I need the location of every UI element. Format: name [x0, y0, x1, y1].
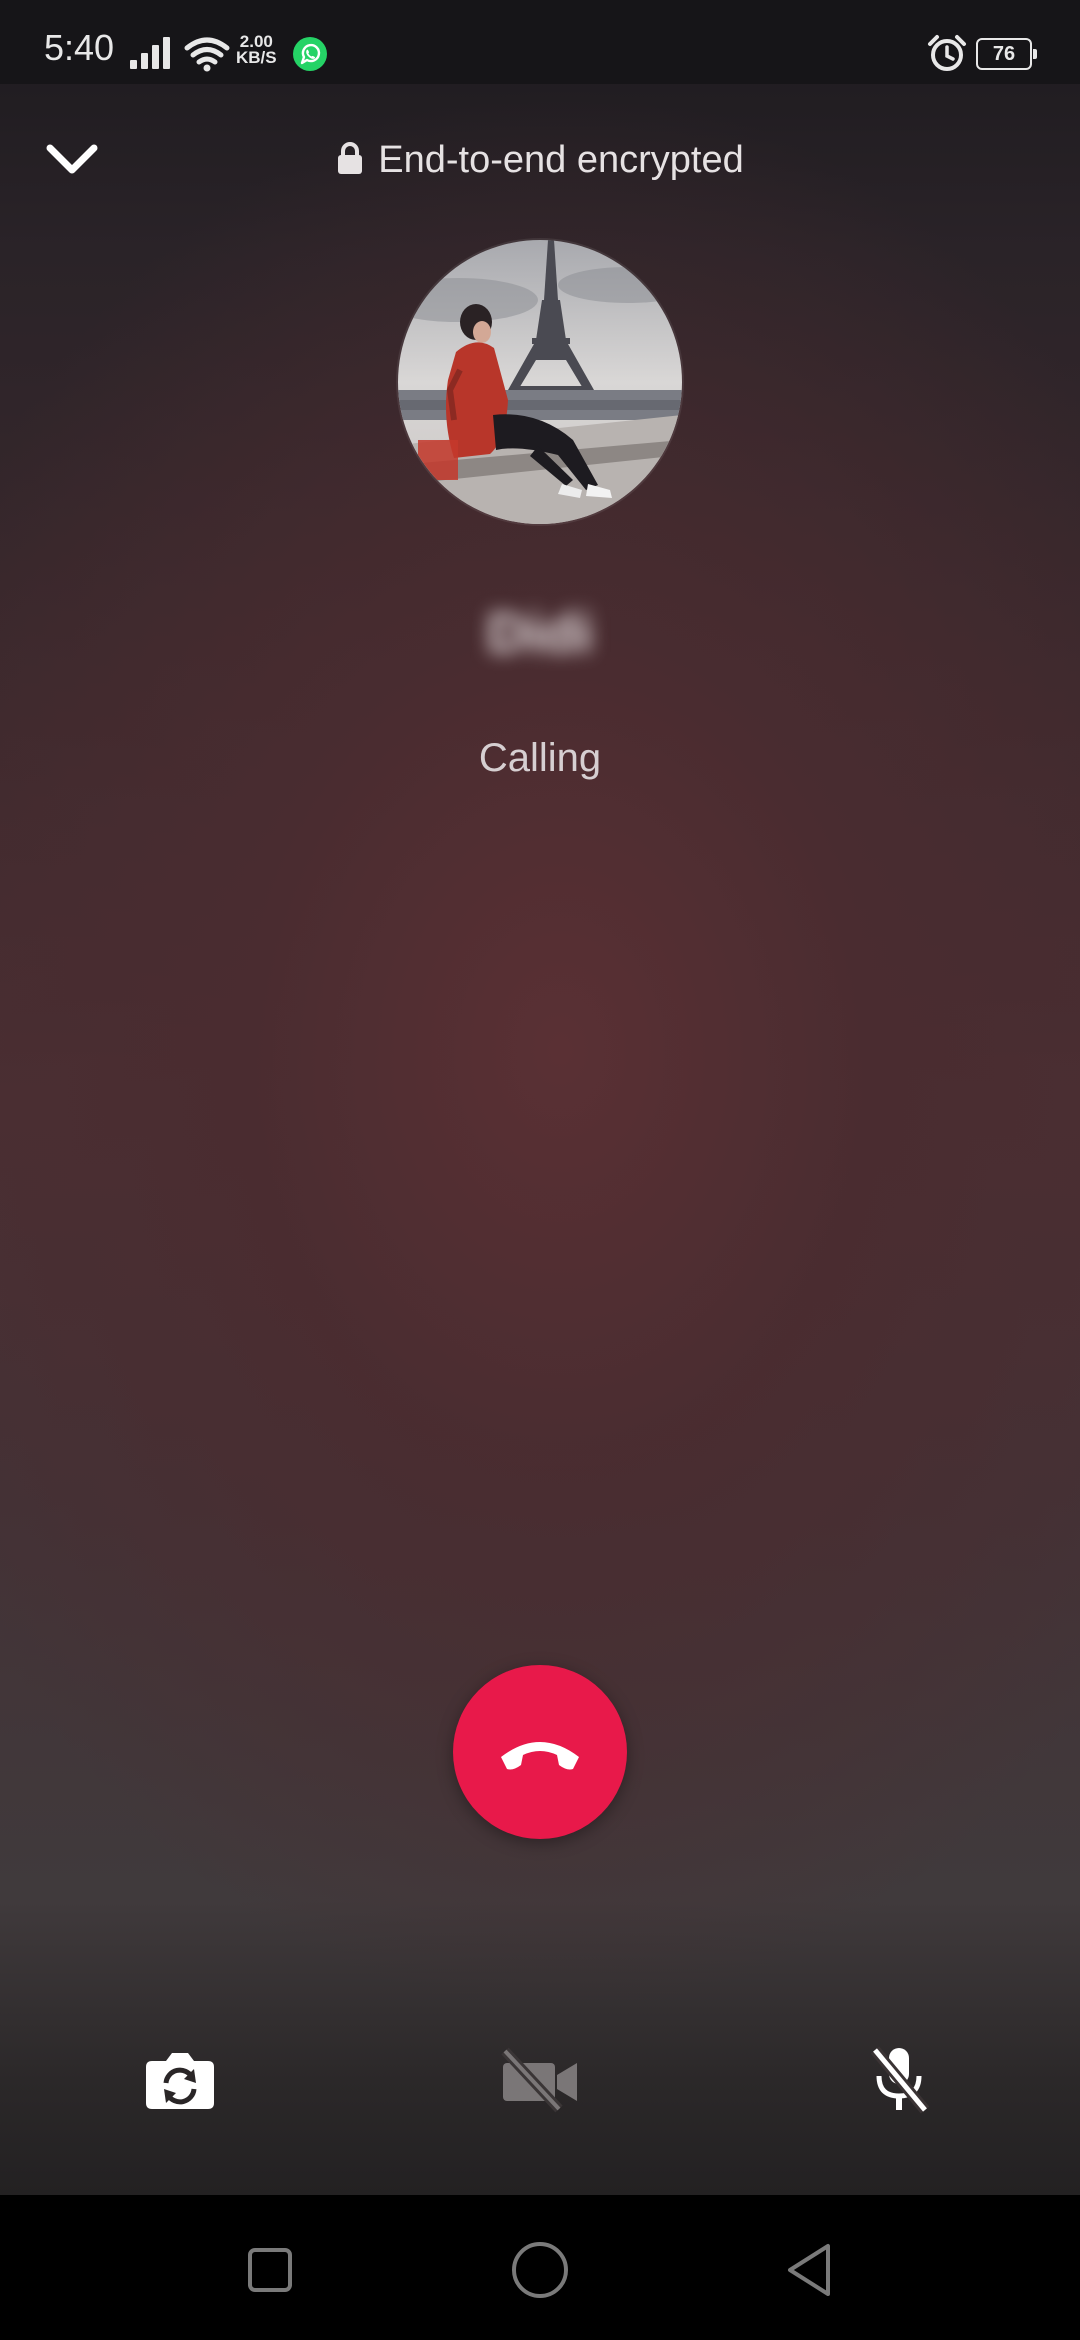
contact-name: Didi — [487, 601, 593, 664]
end-call-button[interactable] — [453, 1665, 627, 1839]
home-button[interactable] — [500, 2230, 580, 2310]
network-speed: 2.00 KB/S — [236, 33, 277, 67]
status-bar: 5:40 2.00 KB/S 76 — [0, 0, 1080, 84]
signal-icon — [130, 37, 170, 69]
switch-camera-button[interactable] — [132, 2040, 228, 2120]
contact-avatar — [398, 240, 682, 524]
video-toggle-button[interactable] — [492, 2040, 588, 2120]
back-triangle-icon — [788, 2244, 830, 2296]
encryption-notice: End-to-end encrypted — [0, 136, 1080, 184]
camera-switch-icon — [146, 2053, 214, 2109]
encryption-label: End-to-end encrypted — [378, 139, 744, 181]
battery-level: 76 — [992, 43, 1016, 65]
phone-hangup-icon — [501, 1742, 579, 1770]
whatsapp-icon — [293, 37, 327, 71]
home-circle-icon — [512, 2242, 568, 2298]
mic-off-icon — [870, 2046, 930, 2114]
wifi-icon — [184, 37, 230, 72]
recents-square-icon — [248, 2248, 292, 2292]
alarm-icon — [928, 35, 966, 71]
back-button[interactable] — [770, 2230, 850, 2310]
lock-icon — [338, 141, 363, 174]
call-screen: 5:40 2.00 KB/S 76 End-to-end encrypted D… — [0, 0, 1080, 2195]
call-status: Calling — [478, 736, 602, 780]
status-time: 5:40 — [44, 27, 115, 68]
video-off-icon — [501, 2047, 577, 2113]
mute-button[interactable] — [852, 2040, 948, 2120]
recents-button[interactable] — [230, 2230, 310, 2310]
network-speed-unit: KB/S — [236, 48, 277, 67]
battery-icon: 76 — [976, 38, 1037, 70]
